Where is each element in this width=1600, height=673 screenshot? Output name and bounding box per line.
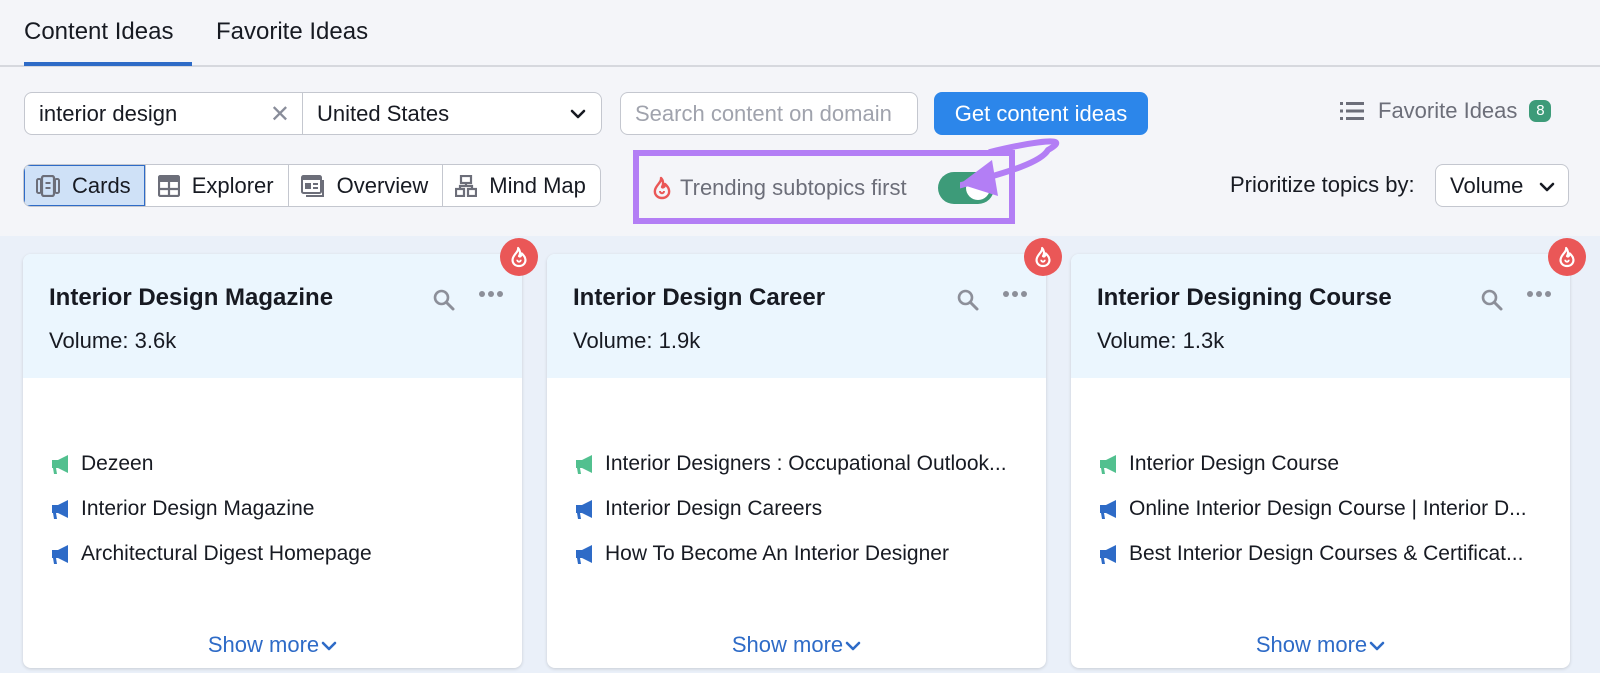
fire-icon [653,176,671,200]
fire-icon [511,246,527,268]
view-cards-label: Cards [72,172,131,198]
topic-card: Interior Designing Course Volume: 1.3k I… [1071,238,1586,668]
view-cards[interactable]: Cards [24,165,146,206]
headline-list: Interior Design Course Online Interior D… [1097,441,1527,576]
fire-icon [1559,246,1575,268]
country-select[interactable]: United States [303,93,601,134]
show-more-button[interactable]: Show more [547,632,1046,658]
megaphone-icon [52,544,68,564]
tab-bar: Content Ideas Favorite Ideas [0,0,1600,67]
card-title: Interior Design Magazine [49,284,334,311]
headline-item[interactable]: Interior Designers : Occupational Outloo… [573,441,1007,486]
headline-item[interactable]: Online Interior Design Course | Interior… [1097,486,1527,531]
favorites-count-badge: 8 [1529,100,1552,122]
table-icon [157,174,180,197]
megaphone-icon [52,454,68,474]
view-explorer[interactable]: Explorer [146,165,289,206]
headline-item[interactable]: Interior Design Magazine [49,486,372,531]
annotation-arrow-icon [960,138,1060,196]
overview-icon [300,174,324,197]
search-group: ✕ United States [24,92,602,135]
trending-label-text: Trending subtopics first [680,175,907,200]
fire-icon [1035,246,1051,268]
more-options-icon[interactable] [1526,290,1552,298]
headline-item[interactable]: Architectural Digest Homepage [49,531,372,576]
card-title: Interior Designing Course [1097,284,1392,311]
megaphone-icon [576,454,592,474]
megaphone-icon [576,499,592,519]
megaphone-icon [576,544,592,564]
favorite-ideas-label: Favorite Ideas [1378,98,1518,123]
country-value: United States [317,101,450,126]
trending-badge [1548,238,1586,276]
headline-item[interactable]: Best Interior Design Courses & Certifica… [1097,531,1527,576]
mind-map-icon [455,174,478,197]
search-icon[interactable] [432,288,456,312]
favorite-ideas-link[interactable]: Favorite Ideas 8 [1340,98,1552,124]
cards-icon [36,174,60,197]
view-switcher: Cards Explorer Overview Mind Map [23,164,601,207]
chevron-down-icon [570,109,586,119]
chevron-down-icon [321,641,337,651]
headline-item[interactable]: Interior Design Course [1097,441,1527,486]
prioritize-select[interactable]: Volume [1435,164,1569,207]
headline-list: Dezeen Interior Design Magazine Architec… [49,441,372,576]
topic-card: Interior Design Magazine Volume: 3.6k De… [23,238,538,668]
prioritize-label: Prioritize topics by: [1230,172,1415,197]
search-icon[interactable] [1480,288,1504,312]
more-options-icon[interactable] [1002,290,1028,298]
megaphone-icon [1100,499,1116,519]
chevron-down-icon [1539,182,1555,192]
megaphone-icon [52,499,68,519]
view-overview-label: Overview [336,172,429,198]
megaphone-icon [1100,454,1116,474]
keyword-field: ✕ [25,93,303,134]
view-mind-map-label: Mind Map [489,172,586,198]
chevron-down-icon [845,641,861,651]
keyword-input[interactable] [39,101,259,127]
list-icon [1340,102,1364,120]
view-mind-map[interactable]: Mind Map [443,165,600,206]
get-content-ideas-button[interactable]: Get content ideas [934,92,1148,135]
card-header: Interior Design Career Volume: 1.9k [547,254,1046,378]
tab-content-ideas[interactable]: Content Ideas [24,18,173,46]
trending-badge [1024,238,1062,276]
card-volume: Volume: 1.3k [1097,328,1225,353]
card-volume: Volume: 1.9k [573,328,701,353]
view-overview[interactable]: Overview [289,165,444,206]
search-icon[interactable] [956,288,980,312]
card-header: Interior Designing Course Volume: 1.3k [1071,254,1570,378]
headline-item[interactable]: Interior Design Careers [573,486,1007,531]
card-header: Interior Design Magazine Volume: 3.6k [23,254,522,378]
more-options-icon[interactable] [478,290,504,298]
view-explorer-label: Explorer [191,172,274,198]
tab-favorite-ideas[interactable]: Favorite Ideas [216,18,368,46]
card-volume: Volume: 3.6k [49,328,177,353]
headline-item[interactable]: Dezeen [49,441,372,486]
trending-subtopics-label: Trending subtopics first [652,175,907,201]
prioritize-value: Volume [1450,173,1524,198]
show-more-button[interactable]: Show more [23,632,522,658]
trending-badge [500,238,538,276]
clear-icon[interactable]: ✕ [270,100,290,129]
megaphone-icon [1100,544,1116,564]
show-more-button[interactable]: Show more [1071,632,1570,658]
card-title: Interior Design Career [573,284,826,311]
headline-item[interactable]: How To Become An Interior Designer [573,531,1007,576]
topic-card: Interior Design Career Volume: 1.9k Inte… [547,238,1062,668]
domain-search-input[interactable] [620,92,918,135]
headline-list: Interior Designers : Occupational Outloo… [573,441,1007,576]
active-tab-indicator [24,62,192,66]
chevron-down-icon [1369,641,1385,651]
